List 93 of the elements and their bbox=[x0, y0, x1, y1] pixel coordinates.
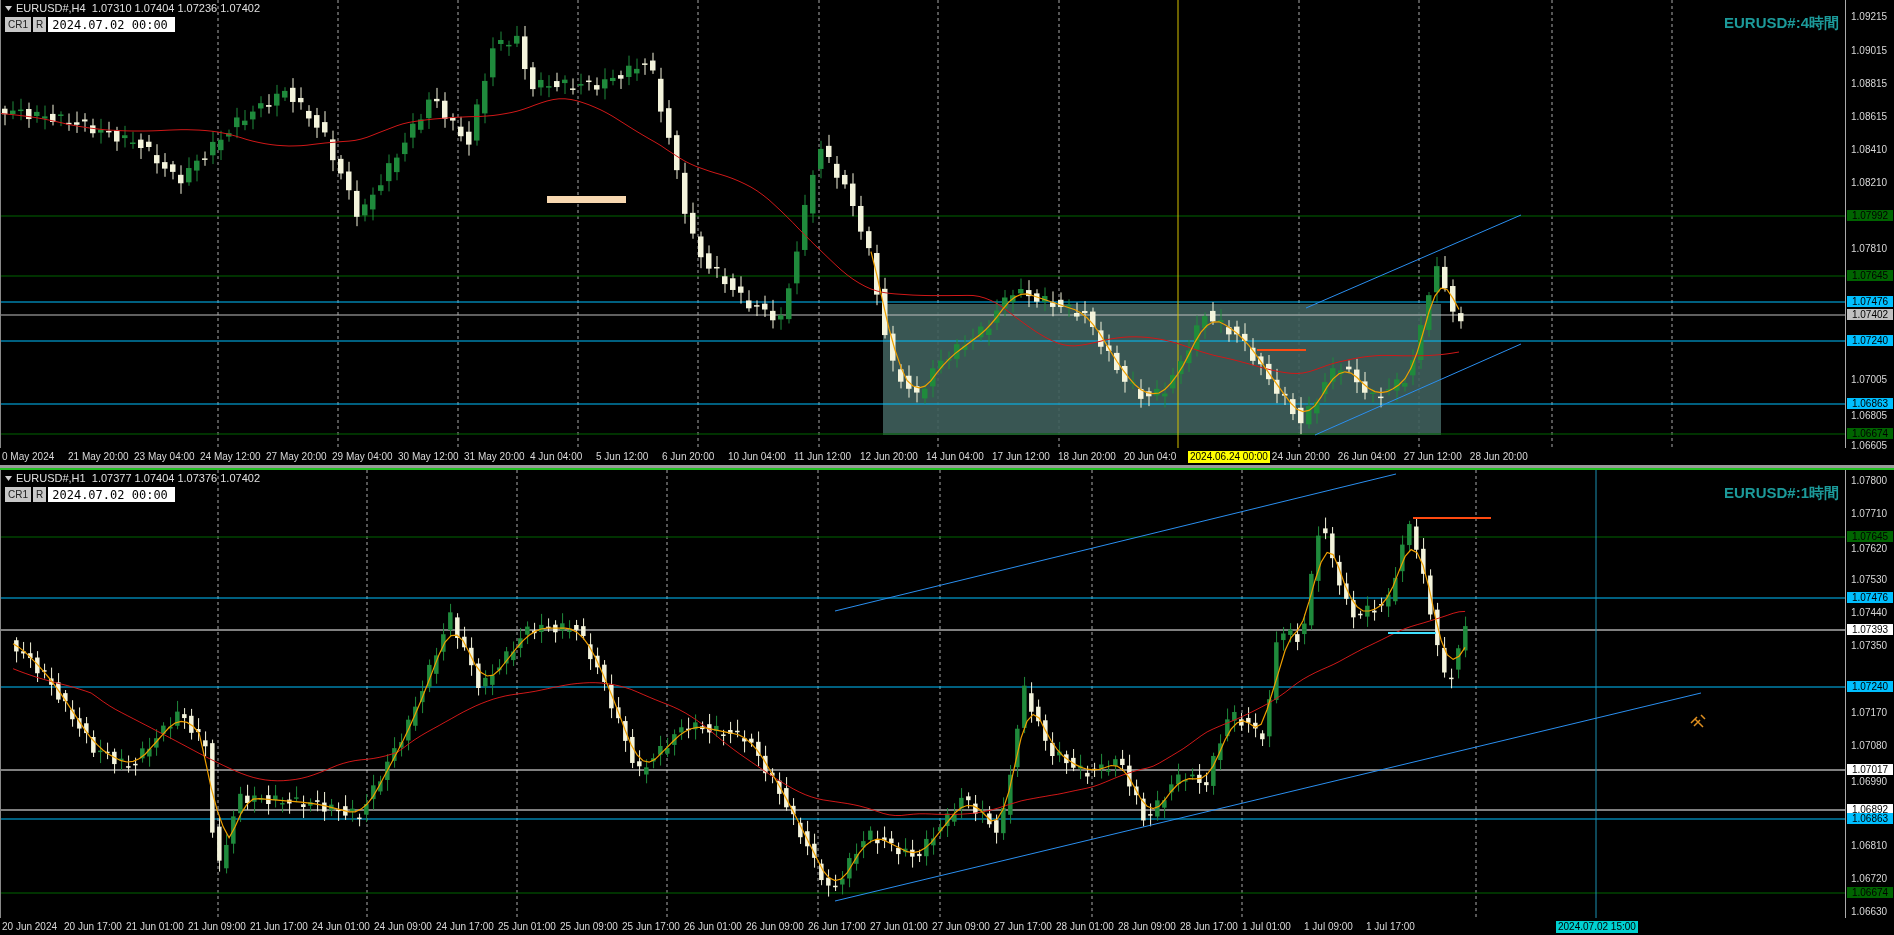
price-tag: 1.06863 bbox=[1847, 398, 1893, 409]
price-tag: 1.06674 bbox=[1847, 428, 1893, 439]
chart-button[interactable]: R bbox=[33, 487, 47, 502]
price-tag: 1.07393 bbox=[1847, 624, 1893, 635]
price-tick-label: 1.06630 bbox=[1851, 907, 1888, 917]
time-tick-label: 26 Jun 09:00 bbox=[745, 920, 805, 934]
price-tick-label: 1.07810 bbox=[1851, 244, 1888, 254]
time-tick-label: 20 Jun 17:00 bbox=[63, 920, 123, 934]
cursor-time-label: 2024.06.24 00:00 bbox=[1188, 450, 1270, 463]
time-tick-label: 10 Jun 04:00 bbox=[727, 450, 787, 464]
time-tick-label: 6 Jun 20:00 bbox=[661, 450, 716, 464]
price-tick-label: 1.08615 bbox=[1851, 112, 1888, 122]
chart-button[interactable]: CR1 bbox=[5, 487, 31, 502]
price-tag: 1.07402 bbox=[1847, 309, 1893, 320]
date-field[interactable]: 2024.07.02 00:00 bbox=[48, 487, 176, 502]
time-tick-label: 4 Jun 04:00 bbox=[529, 450, 584, 464]
time-tick-label: 27 Jun 09:00 bbox=[931, 920, 991, 934]
price-tick-label: 1.07005 bbox=[1851, 375, 1888, 385]
time-tick-label: 11 Jun 12:00 bbox=[793, 450, 853, 464]
time-tick-label: 24 Jun 09:00 bbox=[373, 920, 433, 934]
time-tick-label: 0 May 2024 bbox=[1, 450, 56, 464]
chart-title: EURUSD#:4時間 bbox=[1723, 13, 1839, 33]
price-tick-label: 1.06805 bbox=[1851, 411, 1888, 421]
time-tick-label: 31 May 20:00 bbox=[463, 450, 526, 464]
time-tick-label: 27 Jun 01:00 bbox=[869, 920, 929, 934]
time-tick-label: 27 Jun 12:00 bbox=[1402, 450, 1463, 464]
time-tick-label: 29 May 04:00 bbox=[331, 450, 394, 464]
price-tick-label: 1.07620 bbox=[1851, 544, 1888, 554]
price-tag: 1.07992 bbox=[1847, 210, 1893, 221]
time-tick-label: 30 May 12:00 bbox=[397, 450, 460, 464]
time-tick-label: 24 Jun 20:00 bbox=[1270, 450, 1331, 464]
time-tick-label: 12 Jun 20:00 bbox=[859, 450, 919, 464]
time-tick-label: 28 Jun 01:00 bbox=[1055, 920, 1115, 934]
time-tick-label: 1 Jul 01:00 bbox=[1241, 920, 1292, 934]
time-tick-label: 14 Jun 04:00 bbox=[925, 450, 985, 464]
time-tick-label: 25 Jun 01:00 bbox=[497, 920, 557, 934]
time-tick-label: 28 Jun 09:00 bbox=[1117, 920, 1177, 934]
time-tick-label: 21 May 20:00 bbox=[67, 450, 130, 464]
date-field[interactable]: 2024.07.02 00:00 bbox=[48, 17, 176, 32]
price-tick-label: 1.08410 bbox=[1851, 145, 1888, 155]
time-tick-label: 1 Jul 09:00 bbox=[1303, 920, 1354, 934]
chart-title: EURUSD#:1時間 bbox=[1723, 483, 1839, 503]
price-tick-label: 1.06810 bbox=[1851, 841, 1888, 851]
price-tag: 1.07645 bbox=[1847, 270, 1893, 281]
time-tick-label: 27 May 20:00 bbox=[265, 450, 328, 464]
time-tick-label: 20 Jun 04:0 bbox=[1123, 450, 1178, 464]
time-tick-label: 25 Jun 09:00 bbox=[559, 920, 619, 934]
price-tag: 1.07240 bbox=[1847, 335, 1893, 346]
time-tick-label: 26 Jun 17:00 bbox=[807, 920, 867, 934]
chart-button[interactable]: R bbox=[33, 17, 47, 32]
price-tick-label: 1.08815 bbox=[1851, 79, 1888, 89]
time-tick-label: 23 May 04:00 bbox=[133, 450, 196, 464]
price-tag: 1.07240 bbox=[1847, 681, 1893, 692]
price-tick-label: 1.07530 bbox=[1851, 575, 1888, 585]
price-tick-label: 1.06605 bbox=[1851, 441, 1888, 451]
time-tick-label: 24 May 12:00 bbox=[199, 450, 262, 464]
price-tick-label: 1.07800 bbox=[1851, 476, 1888, 486]
time-tick-label: 28 Jun 17:00 bbox=[1179, 920, 1239, 934]
price-tick-label: 1.07350 bbox=[1851, 641, 1888, 651]
time-tick-label: 5 Jun 12:00 bbox=[595, 450, 650, 464]
price-tick-label: 1.06990 bbox=[1851, 777, 1888, 787]
cursor-time-label: 2024.07.02 15:00 bbox=[1556, 920, 1638, 933]
time-tick-label: 20 Jun 2024 bbox=[1, 920, 59, 934]
time-tick-label: 21 Jun 09:00 bbox=[187, 920, 247, 934]
price-tag: 1.07017 bbox=[1847, 764, 1893, 775]
time-tick-label: 21 Jun 01:00 bbox=[125, 920, 185, 934]
chart-header: EURUSD#,H4 1.07310 1.07404 1.07236 1.07402 bbox=[16, 3, 260, 14]
price-tick-label: 1.07710 bbox=[1851, 509, 1888, 519]
time-tick-label: 17 Jun 12:00 bbox=[991, 450, 1051, 464]
price-tick-label: 1.07440 bbox=[1851, 608, 1888, 618]
time-tick-label: 27 Jun 17:00 bbox=[993, 920, 1053, 934]
time-tick-label: 1 Jul 17:00 bbox=[1365, 920, 1416, 934]
price-tick-label: 1.07170 bbox=[1851, 708, 1888, 718]
price-tag: 1.07645 bbox=[1847, 531, 1893, 542]
price-tag: 1.06674 bbox=[1847, 887, 1893, 898]
chart-header: EURUSD#,H1 1.07377 1.07404 1.07376 1.07402 bbox=[16, 473, 260, 484]
price-tick-label: 1.09015 bbox=[1851, 46, 1888, 56]
price-tag: 1.07476 bbox=[1847, 296, 1893, 307]
time-tick-label: 24 Jun 17:00 bbox=[435, 920, 495, 934]
time-tick-label: 24 Jun 01:00 bbox=[311, 920, 371, 934]
price-tick-label: 1.06720 bbox=[1851, 874, 1888, 884]
time-tick-label: 28 Jun 20:00 bbox=[1468, 450, 1529, 464]
price-tick-label: 1.08210 bbox=[1851, 178, 1888, 188]
price-tick-label: 1.07080 bbox=[1851, 741, 1888, 751]
time-tick-label: 26 Jun 04:00 bbox=[1336, 450, 1397, 464]
price-tag: 1.07476 bbox=[1847, 592, 1893, 603]
time-tick-label: 18 Jun 20:00 bbox=[1057, 450, 1117, 464]
time-tick-label: 25 Jun 17:00 bbox=[621, 920, 681, 934]
price-tick-label: 1.09215 bbox=[1851, 12, 1888, 22]
time-tick-label: 21 Jun 17:00 bbox=[249, 920, 309, 934]
chart-button[interactable]: CR1 bbox=[5, 17, 31, 32]
time-tick-label: 26 Jun 01:00 bbox=[683, 920, 743, 934]
price-tag: 1.06863 bbox=[1847, 813, 1893, 824]
